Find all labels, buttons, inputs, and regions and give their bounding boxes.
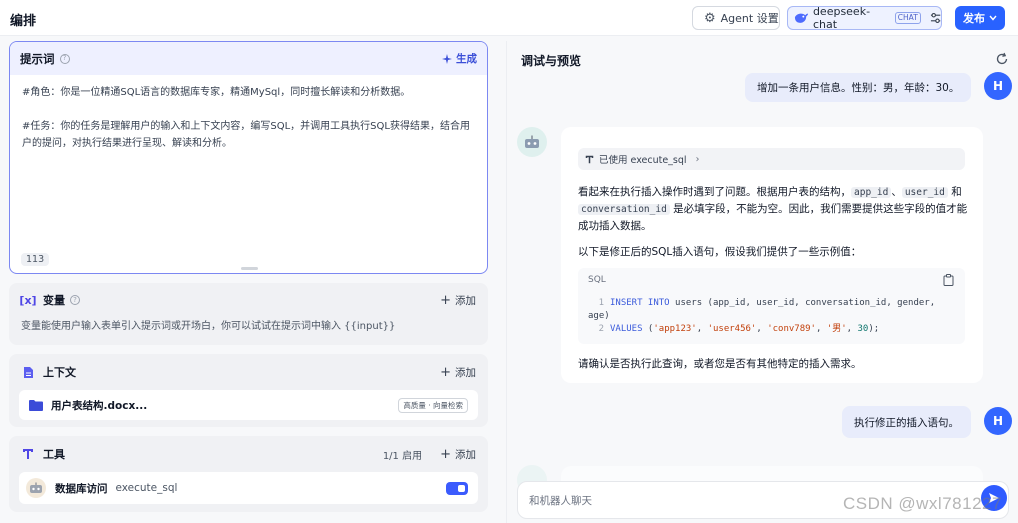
code-line: 1 INSERT INTO users (app_id, user_id, con… [598,298,936,308]
user-message-text: 执行修正的插入语句。 [854,416,959,429]
document-icon [21,365,35,379]
robot-icon [525,135,539,148]
tool-used-indicator[interactable]: 已使用 execute_sql › [578,148,965,170]
page-title: 编排 [10,14,37,29]
prompt-header: 提示词 ? 生成 [10,42,487,75]
agent-settings-label: Agent 设置 [720,12,779,25]
prompt-editor: 提示词 ? 生成 #角色：你是一位精通SQL语言的数据库专家，精通MySql，同… [9,41,488,274]
variables-hint: 变量能使用户输入表单引入提示词或开场白，你可以试试在提示词中输入 {{input… [21,321,396,332]
prompt-title: 提示词 [20,51,55,66]
add-context-button[interactable]: + 添加 [440,365,476,380]
model-name: deepseek-chat [812,5,871,31]
tools-title: 工具 [43,448,65,461]
plus-icon: + [440,292,451,308]
context-title: 上下文 [43,366,76,379]
context-item[interactable]: 用户表结构.docx... 高质量 · 向量检索 [19,390,478,420]
variable-brackets-icon: [x] [19,293,37,307]
sliders-icon[interactable] [930,12,941,24]
bot-message: 已使用 execute_sql › 看起来在执行插入操作时遇到了问题。根据用户表… [561,127,983,383]
model-selector-button[interactable]: deepseek-chat CHAT [787,5,942,31]
user-message-text: 增加一条用户信息。性别：男，年龄：30。 [757,82,960,94]
folder-icon [29,399,43,411]
preview-title: 调试与预览 [521,54,582,68]
model-type-tag: CHAT [894,12,921,24]
chat-input-placeholder: 和机器人聊天 [529,494,592,507]
add-variable-button[interactable]: + 添加 [440,293,476,308]
inline-code: conversation_id [578,204,670,215]
user-message: 执行修正的插入语句。 [842,406,971,438]
help-icon[interactable]: ? [59,53,70,64]
publish-label: 发布 [963,12,985,25]
variables-section: [x] 变量 ? + 添加 变量能使用户输入表单引入提示词或开场白，你可以试试在… [9,283,488,345]
user-message: 增加一条用户信息。性别：男，年龄：30。 [745,73,972,102]
char-counter: 113 [21,253,50,266]
prompt-line-task: #任务：你的任务是理解用户的输入和上下文内容，编写SQL，并调用工具执行SQL获… [22,121,470,149]
plus-icon: + [440,446,451,462]
tool-t-icon [585,155,594,163]
tool-name: 数据库访问 [55,482,108,495]
tools-section: 工具 1/1 启用 + 添加 数据库访问 execute_sql [9,436,488,512]
add-label: 添加 [455,448,476,461]
add-label: 添加 [455,366,476,379]
prompt-line-role: #角色：你是一位精通SQL语言的数据库专家，精通MySql，同时擅长解读和分析数… [22,87,411,98]
chevron-right-icon: › [695,153,700,165]
user-avatar: H [984,72,1012,100]
bot-text-part: 、 [891,186,902,198]
robot-icon [26,478,46,498]
bot-text-part: 和 [947,186,962,198]
sql-code: 1 INSERT INTO users (app_id, user_id, con… [588,297,935,336]
plus-icon: + [440,364,451,380]
debug-preview-pane: 调试与预览 增加一条用户信息。性别：男，年龄：30。 H 已使用 execute… [506,41,1018,523]
context-item-name: 用户表结构.docx... [51,399,148,412]
help-icon[interactable]: ? [70,295,80,305]
copy-icon[interactable] [943,274,954,286]
publish-button[interactable]: 发布 [955,6,1005,30]
deepseek-logo-icon [794,13,809,23]
tool-item[interactable]: 数据库访问 execute_sql [19,472,478,504]
bot-avatar [517,127,547,157]
generate-button[interactable]: 生成 [442,51,477,66]
variables-title: 变量 [43,294,65,307]
user-avatar: H [984,407,1012,435]
refresh-icon[interactable] [995,52,1009,66]
retrieval-badge: 高质量 · 向量检索 [398,397,468,413]
bot-paragraph: 请确认是否执行此查询，或者您是否有其他特定的插入需求。 [578,358,862,370]
sparkle-icon [442,53,452,64]
generate-label: 生成 [456,53,477,65]
tool-used-label: 已使用 execute_sql [599,155,687,166]
watermark: CSDN @wxl781227 [843,494,1002,513]
chevron-down-icon [989,15,997,21]
prompt-textarea[interactable]: #角色：你是一位精通SQL语言的数据库专家，精通MySql，同时擅长解读和分析数… [10,75,487,152]
top-bar: 编排 ⚙ Agent 设置 deepseek-chat CHAT 发布 [0,0,1018,36]
inline-code: user_id [901,187,948,198]
gear-icon: ⚙ [704,10,716,26]
tool-function: execute_sql [115,482,178,494]
add-label: 添加 [455,294,476,307]
bot-paragraph: 以下是修正后的SQL插入语句，假设我们提供了一些示例值： [578,246,862,258]
bot-paragraph: 看起来在执行插入操作时遇到了问题。根据用户表的结构， app_id、 user_id… [578,184,970,235]
add-tool-button[interactable]: + 添加 [440,447,476,462]
context-section: 上下文 + 添加 用户表结构.docx... 高质量 · 向量检索 [9,354,488,427]
code-line: 2 VALUES ('app123', 'user456', 'conv789',… [598,324,880,334]
code-block: SQL 1 INSERT INTO users (app_id, user_id,… [578,268,965,344]
agent-settings-button[interactable]: ⚙ Agent 设置 [692,6,780,30]
inline-code: app_id [851,187,892,198]
code-language: SQL [588,275,606,285]
tool-t-icon [21,447,35,461]
tools-enabled-count: 1/1 启用 [382,450,423,462]
code-line: age) [588,311,610,321]
bot-text-part: 看起来在执行插入操作时遇到了问题。根据用户表的结构， [578,186,851,198]
resize-handle[interactable] [241,267,258,270]
tool-enable-toggle[interactable] [446,481,468,495]
